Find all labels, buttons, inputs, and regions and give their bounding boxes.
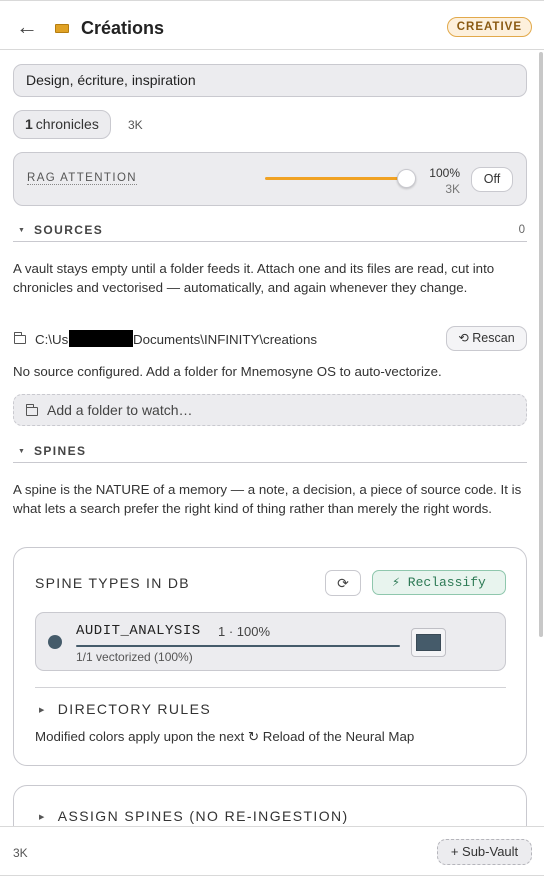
chronicles-label: chronicles <box>35 116 99 132</box>
reclassify-button[interactable]: ⚡ Reclassify <box>372 570 506 595</box>
spine-type-stat: 1 · 100% <box>218 624 271 639</box>
folder-color-icon <box>55 24 69 33</box>
directory-rules-toggle[interactable]: ▶ DIRECTORY RULES <box>39 701 211 717</box>
vault-title: Créations <box>81 18 165 38</box>
vault-header: ← Créations CREATIVE <box>0 5 544 50</box>
spine-vectorized-text: 1/1 vectorized (100%) <box>76 650 193 664</box>
rag-off-toggle[interactable]: Off <box>471 167 513 192</box>
footer-bar: 3K + Sub-Vault <box>0 826 544 876</box>
spine-type-row: AUDIT_ANALYSIS 1 · 100% 1/1 vectorized (… <box>35 612 506 671</box>
collapse-triangle-icon: ▼ <box>18 227 25 234</box>
assign-spines-label: ASSIGN SPINES (NO RE-INGESTION) <box>57 808 349 824</box>
colors-reload-note: Modified colors apply upon the next ↻ Re… <box>35 729 415 744</box>
spine-progress-bar <box>76 645 400 647</box>
rag-attention-slider-handle[interactable] <box>397 169 416 188</box>
spine-color-picker[interactable] <box>411 628 446 657</box>
scrollbar[interactable] <box>539 52 543 637</box>
expand-triangle-icon: ▶ <box>39 707 46 714</box>
rag-attention-percent: 100% <box>429 166 460 180</box>
vault-type-badge: CREATIVE <box>446 17 532 37</box>
source-path-prefix: C:\Us <box>35 332 69 347</box>
back-arrow-icon[interactable]: ← <box>16 16 38 38</box>
sources-empty-note: No source configured. Add a folder for M… <box>13 364 442 379</box>
sources-section-header[interactable]: ▼ SOURCES 0 <box>13 222 527 242</box>
add-sub-vault-button[interactable]: + Sub-Vault <box>437 839 532 865</box>
footer-size: 3K <box>13 846 28 860</box>
sources-count: 0 <box>518 224 525 236</box>
vault-description-field[interactable]: Design, écriture, inspiration <box>13 64 527 97</box>
window-top-border <box>0 0 544 4</box>
vault-size: 3K <box>128 118 143 132</box>
folder-icon <box>14 332 26 344</box>
rag-attention-label: RAG ATTENTION <box>27 172 137 185</box>
spine-color-swatch <box>416 634 441 651</box>
collapse-triangle-icon: ▼ <box>18 448 25 455</box>
sources-heading: SOURCES <box>34 223 104 237</box>
directory-rules-label: DIRECTORY RULES <box>57 701 212 717</box>
add-folder-label: Add a folder to watch… <box>47 402 193 418</box>
chronicles-count: 1 <box>25 116 33 132</box>
source-path-row: C:\Us Documents\INFINITY\creations ⟲ Res… <box>13 326 527 352</box>
sources-description: A vault stays empty until a folder feeds… <box>13 261 495 295</box>
spine-type-name: AUDIT_ANALYSIS <box>76 623 201 639</box>
spines-description: A spine is the NATURE of a memory — a no… <box>13 482 522 516</box>
source-path-suffix: Documents\INFINITY\creations <box>133 332 317 347</box>
rag-attention-size: 3K <box>445 182 460 196</box>
rescan-button[interactable]: ⟲ Rescan <box>446 326 527 351</box>
spine-types-card: SPINE TYPES IN DB ⟳ ⚡ Reclassify AUDIT_A… <box>13 547 527 766</box>
spines-heading: SPINES <box>34 444 87 458</box>
rag-attention-slider-track[interactable] <box>265 177 407 180</box>
spine-color-dot <box>48 635 62 649</box>
chronicles-count-chip[interactable]: 1 chronicles <box>13 110 111 139</box>
expand-triangle-icon: ▶ <box>39 814 46 821</box>
refresh-icon[interactable]: ⟳ <box>325 570 361 596</box>
rag-attention-panel: RAG ATTENTION 100% 3K Off <box>13 152 527 206</box>
redacted-username <box>69 330 133 347</box>
assign-spines-toggle[interactable]: ▶ ASSIGN SPINES (NO RE-INGESTION) <box>39 808 349 824</box>
folder-icon <box>26 404 38 416</box>
add-folder-button[interactable]: Add a folder to watch… <box>13 394 527 426</box>
divider <box>35 687 506 688</box>
spines-section-header[interactable]: ▼ SPINES <box>13 443 527 463</box>
spine-types-title: SPINE TYPES IN DB <box>35 575 190 591</box>
